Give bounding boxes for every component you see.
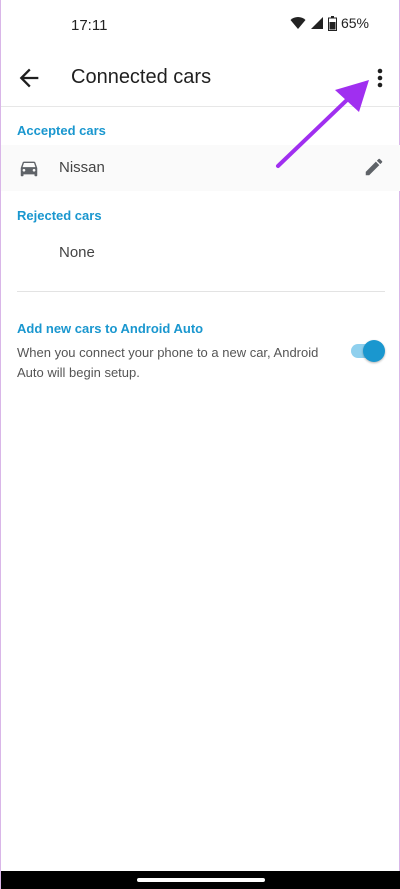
divider — [17, 291, 385, 292]
battery-percent: 65% — [340, 15, 369, 31]
page-title: Connected cars — [71, 66, 212, 88]
car-icon — [20, 161, 38, 177]
car-name: Nissan — [59, 159, 105, 176]
arrow-left-icon — [19, 68, 39, 88]
rejected-empty-text: None — [59, 244, 95, 261]
toggle-thumb — [363, 340, 385, 362]
navigation-bar — [1, 871, 400, 889]
add-new-cars-toggle[interactable] — [351, 340, 385, 362]
rejected-cars-header: Rejected cars — [17, 208, 102, 223]
signal-icon — [310, 17, 323, 29]
wifi-icon — [290, 17, 306, 29]
status-time: 17:11 — [71, 17, 108, 34]
annotation-arrow-icon — [276, 80, 369, 168]
add-new-cars-description: When you connect your phone to a new car… — [17, 345, 319, 380]
battery-icon — [327, 15, 337, 31]
back-button[interactable] — [15, 64, 43, 92]
accepted-cars-header: Accepted cars — [17, 123, 106, 138]
home-handle[interactable] — [137, 878, 265, 882]
add-new-cars-title: Add new cars to Android Auto — [17, 321, 204, 336]
status-icons: 65% — [290, 15, 369, 31]
status-bar: 17:11 65% — [1, 0, 400, 50]
